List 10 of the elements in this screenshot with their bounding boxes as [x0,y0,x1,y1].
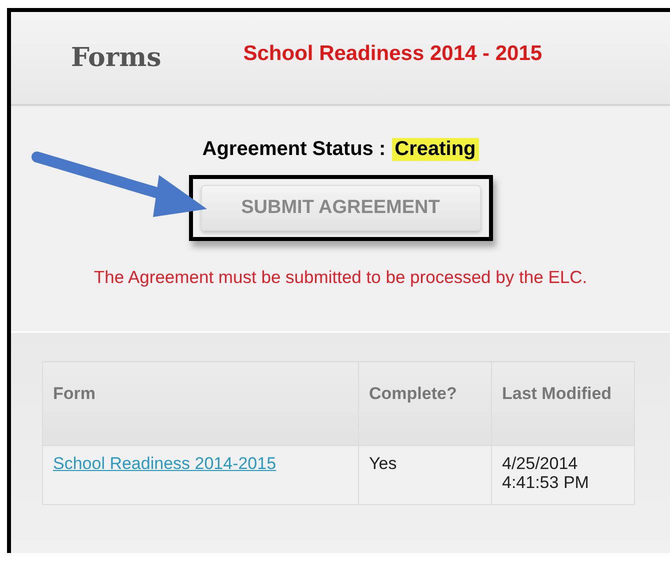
table-cell: Yes [358,446,492,504]
page-title: Forms [71,43,162,73]
column-header: Form [42,362,358,446]
warning-message: The Agreement must be submitted to be processed by the ELC. [94,267,588,288]
program-title: School Readiness 2014 - 2015 [243,42,542,66]
status-label: Agreement Status : [202,138,386,161]
column-header: Last Modified [492,362,634,446]
status-value: Creating [392,138,479,161]
table-cell: 4/25/2014 4:41:53 PM [492,446,634,504]
column-header: Complete? [358,362,492,446]
